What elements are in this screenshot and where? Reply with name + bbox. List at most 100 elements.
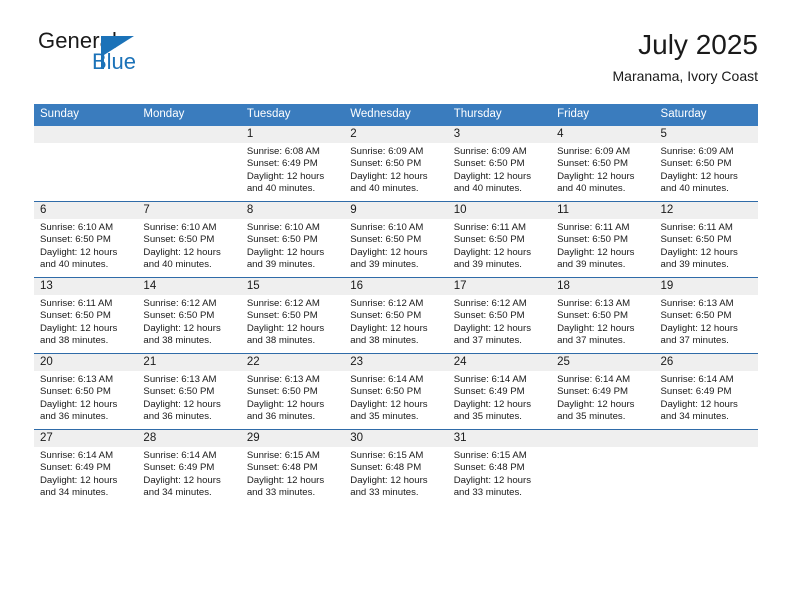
calendar-day-cell[interactable]: 5 Sunrise: 6:09 AM Sunset: 6:50 PM Daylight… [654,126,758,202]
calendar-day-cell[interactable]: 9 Sunrise: 6:10 AM Sunset: 6:50 PM Daylight… [344,201,448,278]
weekday-header-monday: Monday [137,104,241,126]
calendar-day-cell[interactable]: 28 Sunrise: 6:14 AM Sunset: 6:49 PM Dayligh… [137,429,241,505]
day-detail-text: Sunrise: 6:14 AM Sunset: 6:49 PM Daylight:… [137,447,240,499]
day-number: 26 [654,354,758,371]
day-detail-text: Sunrise: 6:15 AM Sunset: 6:48 PM Daylight:… [448,447,551,499]
day-detail-line: Sunset: 6:50 PM [246,386,318,398]
day-detail-line: Sunrise: 6:13 AM [40,374,114,385]
day-detail-line: Daylight: 12 hours [246,474,325,486]
calendar-day-cell[interactable]: 26 Sunrise: 6:14 AM Sunset: 6:49 PM Dayligh… [654,353,758,430]
day-detail-line: Sunrise: 6:15 AM [350,450,424,461]
calendar-day-cell[interactable]: 6 Sunrise: 6:10 AM Sunset: 6:50 PM Daylight… [34,201,138,278]
day-detail-line: Sunrise: 6:13 AM [557,298,631,309]
day-detail-text: Sunrise: 6:11 AM Sunset: 6:50 PM Daylight:… [448,219,551,271]
day-detail-line: and 38 minutes. [246,334,316,346]
calendar-day-cell[interactable]: 17 Sunrise: 6:12 AM Sunset: 6:50 PM Dayligh… [447,277,552,354]
day-detail-line: and 37 minutes. [660,334,729,346]
day-detail-line: and 37 minutes. [557,334,626,346]
day-number: 1 [240,126,345,143]
day-detail-line: and 40 minutes. [557,182,626,194]
weekday-header-wednesday: Wednesday [344,104,448,126]
day-detail-line: Sunrise: 6:09 AM [350,146,424,157]
day-detail-line: Sunrise: 6:12 AM [143,298,217,309]
day-detail-text: Sunrise: 6:12 AM Sunset: 6:50 PM Daylight:… [241,295,344,347]
day-detail-line: Sunset: 6:49 PM [557,386,629,398]
day-detail-text: Sunrise: 6:13 AM Sunset: 6:50 PM Daylight:… [551,295,654,347]
day-number: 29 [240,430,345,447]
day-detail-line: Daylight: 12 hours [40,246,118,258]
day-number: 28 [137,430,241,447]
day-detail-line: Sunset: 6:50 PM [557,158,629,170]
day-detail-line: Daylight: 12 hours [660,398,738,410]
calendar-day-cell[interactable]: 14 Sunrise: 6:12 AM Sunset: 6:50 PM Dayligh… [137,277,241,354]
calendar-day-cell[interactable]: 23 Sunrise: 6:14 AM Sunset: 6:50 PM Dayligh… [344,353,448,430]
calendar-day-cell[interactable]: 19 Sunrise: 6:13 AM Sunset: 6:50 PM Dayligh… [654,277,758,354]
calendar-day-cell[interactable]: 8 Sunrise: 6:10 AM Sunset: 6:50 PM Daylight… [240,201,345,278]
calendar-day-cell[interactable]: 2 Sunrise: 6:09 AM Sunset: 6:50 PM Daylight… [344,126,448,202]
calendar-day-cell[interactable]: 1 Sunrise: 6:08 AM Sunset: 6:49 PM Daylight… [240,126,345,202]
day-detail-line: Sunrise: 6:14 AM [660,374,734,385]
day-number [551,430,655,447]
day-detail-line: and 35 minutes. [557,410,626,422]
day-detail-text: Sunrise: 6:10 AM Sunset: 6:50 PM Daylight:… [34,219,137,271]
day-detail-line: and 34 minutes. [40,486,109,498]
calendar-day-cell[interactable]: 11 Sunrise: 6:11 AM Sunset: 6:50 PM Dayligh… [551,201,655,278]
day-detail-text: Sunrise: 6:13 AM Sunset: 6:50 PM Daylight:… [241,371,344,423]
day-detail-line: Sunset: 6:50 PM [660,234,732,246]
day-number: 11 [551,202,655,219]
calendar-day-cell[interactable]: 4 Sunrise: 6:09 AM Sunset: 6:50 PM Daylight… [551,126,655,202]
day-detail-line: Sunrise: 6:11 AM [40,298,113,309]
day-detail-line: and 40 minutes. [350,182,419,194]
calendar-day-cell[interactable]: 31 Sunrise: 6:15 AM Sunset: 6:48 PM Dayligh… [447,429,552,505]
day-detail-line: Daylight: 12 hours [557,246,635,258]
day-number: 21 [137,354,241,371]
day-detail-line: Sunset: 6:50 PM [453,158,525,170]
calendar-page: General Blue July 2025 Maranama, Ivory C… [0,0,792,612]
day-detail-line: Sunset: 6:50 PM [143,386,215,398]
day-detail-line: Sunset: 6:48 PM [350,462,422,474]
day-detail-line: Sunrise: 6:13 AM [246,374,320,385]
calendar-day-cell[interactable]: 21 Sunrise: 6:13 AM Sunset: 6:50 PM Dayligh… [137,353,241,430]
general-blue-logo[interactable]: General Blue [34,28,234,88]
day-detail-text: Sunrise: 6:15 AM Sunset: 6:48 PM Daylight:… [241,447,344,499]
day-detail-line: Daylight: 12 hours [453,398,532,410]
calendar-day-cell[interactable]: 29 Sunrise: 6:15 AM Sunset: 6:48 PM Dayligh… [240,429,345,505]
calendar-day-cell[interactable]: 10 Sunrise: 6:11 AM Sunset: 6:50 PM Dayligh… [447,201,552,278]
day-number: 27 [34,430,138,447]
day-detail-line: Sunrise: 6:10 AM [143,222,217,233]
page-subtitle: Maranama, Ivory Coast [612,68,759,84]
weekday-header-row: Sunday Monday Tuesday Wednesday Thursday Frid… [34,104,758,126]
day-detail-line: and 36 minutes. [40,410,109,422]
calendar-day-cell[interactable]: 16 Sunrise: 6:12 AM Sunset: 6:50 PM Dayligh… [344,277,448,354]
day-detail-line: and 40 minutes. [246,182,316,194]
day-detail-text: Sunrise: 6:09 AM Sunset: 6:50 PM Daylight:… [344,143,447,195]
calendar-day-cell[interactable]: 15 Sunrise: 6:12 AM Sunset: 6:50 PM Dayligh… [240,277,345,354]
calendar-day-cell[interactable]: 24 Sunrise: 6:14 AM Sunset: 6:49 PM Dayligh… [447,353,552,430]
day-detail-line: Daylight: 12 hours [40,398,118,410]
page-title: July 2025 [638,29,758,60]
day-number: 2 [344,126,448,143]
calendar-day-cell[interactable]: 22 Sunrise: 6:13 AM Sunset: 6:50 PM Dayligh… [240,353,345,430]
day-detail-line: Sunset: 6:50 PM [40,310,111,322]
day-detail-line: and 40 minutes. [40,258,109,270]
day-detail-line: Sunrise: 6:12 AM [246,298,320,309]
day-number: 10 [447,202,552,219]
calendar-day-cell[interactable]: 20 Sunrise: 6:13 AM Sunset: 6:50 PM Dayligh… [34,353,138,430]
calendar-week-row: 13 Sunrise: 6:11 AM Sunset: 6:50 PM Dayligh… [34,277,758,354]
day-detail-line: Sunset: 6:50 PM [350,234,422,246]
calendar-week-row: 1 Sunrise: 6:08 AM Sunset: 6:49 PM Daylight… [34,126,758,202]
day-detail-text: Sunrise: 6:11 AM Sunset: 6:50 PM Daylight:… [655,219,758,271]
calendar-day-cell[interactable]: 12 Sunrise: 6:11 AM Sunset: 6:50 PM Dayligh… [654,201,758,278]
calendar-day-cell[interactable]: 18 Sunrise: 6:13 AM Sunset: 6:50 PM Dayligh… [551,277,655,354]
calendar-day-cell[interactable]: 13 Sunrise: 6:11 AM Sunset: 6:50 PM Dayligh… [34,277,138,354]
day-number: 8 [240,202,345,219]
calendar-day-cell[interactable]: 7 Sunrise: 6:10 AM Sunset: 6:50 PM Daylight… [137,201,241,278]
calendar-day-cell[interactable]: 30 Sunrise: 6:15 AM Sunset: 6:48 PM Dayligh… [344,429,448,505]
calendar-day-cell[interactable]: 25 Sunrise: 6:14 AM Sunset: 6:49 PM Dayligh… [551,353,655,430]
title-block: July 2025 Maranama, Ivory Coast [613,28,759,86]
day-detail-line: Sunrise: 6:11 AM [557,222,630,233]
calendar-day-cell[interactable]: 27 Sunrise: 6:14 AM Sunset: 6:49 PM Dayligh… [34,429,138,505]
logo-word-blue: Blue [92,49,137,74]
calendar-day-cell[interactable]: 3 Sunrise: 6:09 AM Sunset: 6:50 PM Daylight… [447,126,552,202]
day-detail-text: Sunrise: 6:10 AM Sunset: 6:50 PM Daylight:… [137,219,240,271]
